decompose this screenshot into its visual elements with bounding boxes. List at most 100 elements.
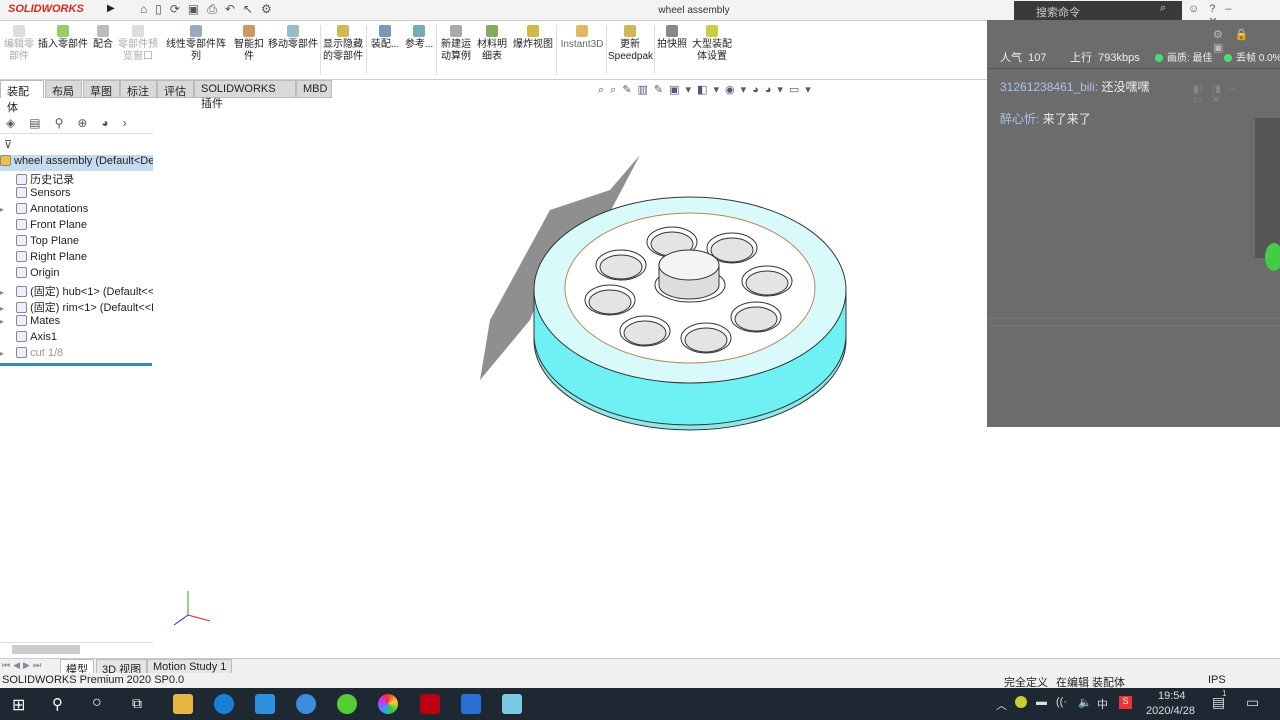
task-view-icon[interactable]: ⧉ — [132, 695, 142, 712]
expand-arrow-icon[interactable]: ▸ — [0, 288, 10, 297]
insert-component-button[interactable]: 插入零部件 — [38, 25, 88, 51]
pattern-icon — [190, 25, 202, 37]
reference-geometry-button[interactable]: 参考... — [404, 25, 434, 51]
360-tray-icon[interactable] — [1015, 696, 1027, 708]
linear-pattern-button[interactable]: 线性零部件阵列 — [162, 25, 230, 63]
clock-time[interactable]: 19:54 — [1158, 690, 1186, 702]
units-selector[interactable]: IPS — [1208, 674, 1226, 686]
battery-icon[interactable]: ▬ — [1036, 696, 1047, 708]
floating-badge[interactable] — [1265, 243, 1280, 271]
expand-arrow-icon[interactable]: ▸ — [0, 205, 10, 214]
feature-tree-item[interactable]: 历史记录 — [0, 171, 153, 187]
mail-icon[interactable] — [255, 694, 275, 714]
filter-icon[interactable]: ⊽ — [4, 138, 12, 151]
bom-button[interactable]: 材料明细表 — [476, 25, 508, 63]
tab-layout[interactable]: 布局 — [45, 80, 82, 98]
feature-tree-item[interactable]: ▸ (固定) rim<1> (Default<<Default — [0, 299, 153, 315]
wheel-hole-inner — [623, 320, 667, 346]
feature-tree-item[interactable]: ▸ Mates — [0, 315, 153, 331]
feature-label: Axis1 — [30, 331, 58, 343]
axis-triad-icon — [173, 591, 211, 626]
feature-icon — [16, 203, 28, 214]
file-explorer-icon[interactable] — [173, 694, 193, 714]
expand-arrow-icon[interactable]: ▸ — [0, 349, 10, 358]
ime-indicator[interactable]: 中 — [1097, 696, 1108, 712]
wifi-icon[interactable]: ((· — [1056, 696, 1067, 708]
bom-icon — [486, 25, 498, 37]
chat-window-controls[interactable]: ◧◨–▭✕ — [1193, 84, 1280, 106]
take-snapshot-button[interactable]: 拍快照 — [656, 25, 688, 51]
tab-assembly[interactable]: 装配体 — [0, 80, 44, 114]
smart-fasteners-button[interactable]: 智能扣件 — [232, 25, 266, 63]
tab-solidworks-addins[interactable]: SOLIDWORKS 插件 — [194, 80, 296, 110]
tab-scroll-buttons[interactable]: ⏮◀▶⏭ — [2, 660, 44, 671]
feature-label: Annotations — [30, 203, 89, 215]
edit-component-button[interactable]: 编辑零部件 — [4, 25, 34, 63]
feature-tree-item[interactable]: Top Plane — [0, 235, 153, 251]
feature-tree-item[interactable]: ▸ cut 1/8 — [0, 347, 153, 363]
search-icon[interactable]: ⚲ — [52, 695, 63, 713]
clock-date[interactable]: 2020/4/28 — [1146, 705, 1195, 717]
new-motion-study-button[interactable]: 新建运动算例 — [440, 25, 472, 63]
edge-icon[interactable] — [214, 694, 234, 714]
assembly-icon — [379, 25, 391, 37]
status-bar: SOLIDWORKS Premium 2020 SP0.0 完全定义 在编辑 装… — [0, 673, 1280, 689]
dropped-frames-status: 丢帧 0.0% — [1224, 49, 1280, 64]
heads-up-view-toolbar[interactable]: ⌕⌕✎▥✎▣▾◧▾◉▾◕◕▾▭▾ — [598, 83, 817, 97]
horizontal-scrollbar[interactable] — [0, 642, 153, 656]
feature-tree-item[interactable]: ▸ Annotations — [0, 203, 153, 219]
feature-tree-item[interactable]: Origin — [0, 267, 153, 283]
show-hidden-button[interactable]: 显示隐藏的零部件 — [322, 25, 364, 63]
cortana-icon[interactable]: ○ — [92, 694, 102, 712]
feature-tree-item[interactable]: Sensors — [0, 187, 153, 203]
feature-tree-item[interactable]: wheel assembly (Default<Default — [0, 155, 153, 171]
tray-expand-icon[interactable]: ︿ — [996, 697, 1007, 713]
sogou-browser-icon[interactable] — [296, 694, 316, 714]
rollback-bar[interactable] — [0, 363, 152, 366]
feature-tree-item[interactable]: ▸ (固定) hub<1> (Default<<Default — [0, 283, 153, 299]
feature-icon — [16, 315, 28, 326]
tab-markup[interactable]: 标注 — [120, 80, 157, 98]
windows-start-icon[interactable]: ⊞ — [12, 695, 25, 715]
solidworks-taskbar-icon[interactable] — [420, 694, 440, 714]
action-center-icon[interactable]: ▭ — [1246, 694, 1259, 711]
side-toolbar[interactable] — [1255, 118, 1280, 258]
tab-model[interactable]: 模型 — [60, 659, 94, 676]
wps-icon[interactable] — [461, 694, 481, 714]
wheel-hole-inner — [745, 270, 789, 296]
volume-icon[interactable]: 🔈 — [1078, 696, 1092, 709]
component-preview-button[interactable]: 零部件预览窗口 — [118, 25, 158, 63]
sogou-ime-icon[interactable]: S — [1119, 696, 1132, 709]
bilibili-live-icon[interactable] — [502, 694, 522, 714]
search-input[interactable]: 搜索命令 — [1014, 1, 1182, 20]
tab-evaluate[interactable]: 评估 — [157, 80, 194, 98]
overlay-splitter[interactable] — [987, 318, 1280, 326]
feature-tree-item[interactable]: Axis1 — [0, 331, 153, 347]
feature-tree-item[interactable]: Front Plane — [0, 219, 153, 235]
large-assembly-settings-button[interactable]: 大型装配体设置 — [690, 25, 734, 63]
360-browser-icon[interactable] — [337, 694, 357, 714]
tab-mbd[interactable]: MBD — [296, 80, 332, 98]
wheel-hole-inner — [684, 327, 728, 353]
feature-label: Mates — [30, 315, 61, 327]
tab-3d-view[interactable]: 3D 视图 — [96, 659, 148, 676]
wheel-hole-inner — [588, 289, 632, 315]
expand-arrow-icon[interactable]: ▸ — [0, 317, 10, 326]
assembly-features-button[interactable]: 装配... — [370, 25, 400, 51]
feature-tree-item[interactable]: Right Plane — [0, 251, 153, 267]
move-icon — [287, 25, 299, 37]
exploded-view-button[interactable]: 爆炸视图 — [512, 25, 554, 51]
color-app-icon[interactable] — [378, 694, 398, 714]
tab-motion-study[interactable]: Motion Study 1 — [147, 659, 233, 674]
tab-sketch[interactable]: 草图 — [83, 80, 120, 98]
move-component-button[interactable]: 移动零部件 — [268, 25, 318, 51]
expand-arrow-icon[interactable]: ▸ — [0, 304, 10, 313]
panel-tabs[interactable]: ◈▤⚲⊕◕› — [0, 116, 153, 134]
mate-button[interactable]: 配合 — [92, 25, 114, 51]
search-icon[interactable]: ⌕ — [1160, 2, 1166, 15]
update-speedpak-button[interactable]: 更新Speedpak — [608, 25, 653, 63]
wheel-3d-model[interactable] — [460, 150, 880, 450]
command-manager-tabs: 装配体 布局 草图 标注 评估 SOLIDWORKS 插件 MBD — [0, 80, 335, 114]
instant3d-button[interactable]: Instant3D — [560, 25, 604, 51]
wheel-hole-inner — [710, 237, 754, 263]
